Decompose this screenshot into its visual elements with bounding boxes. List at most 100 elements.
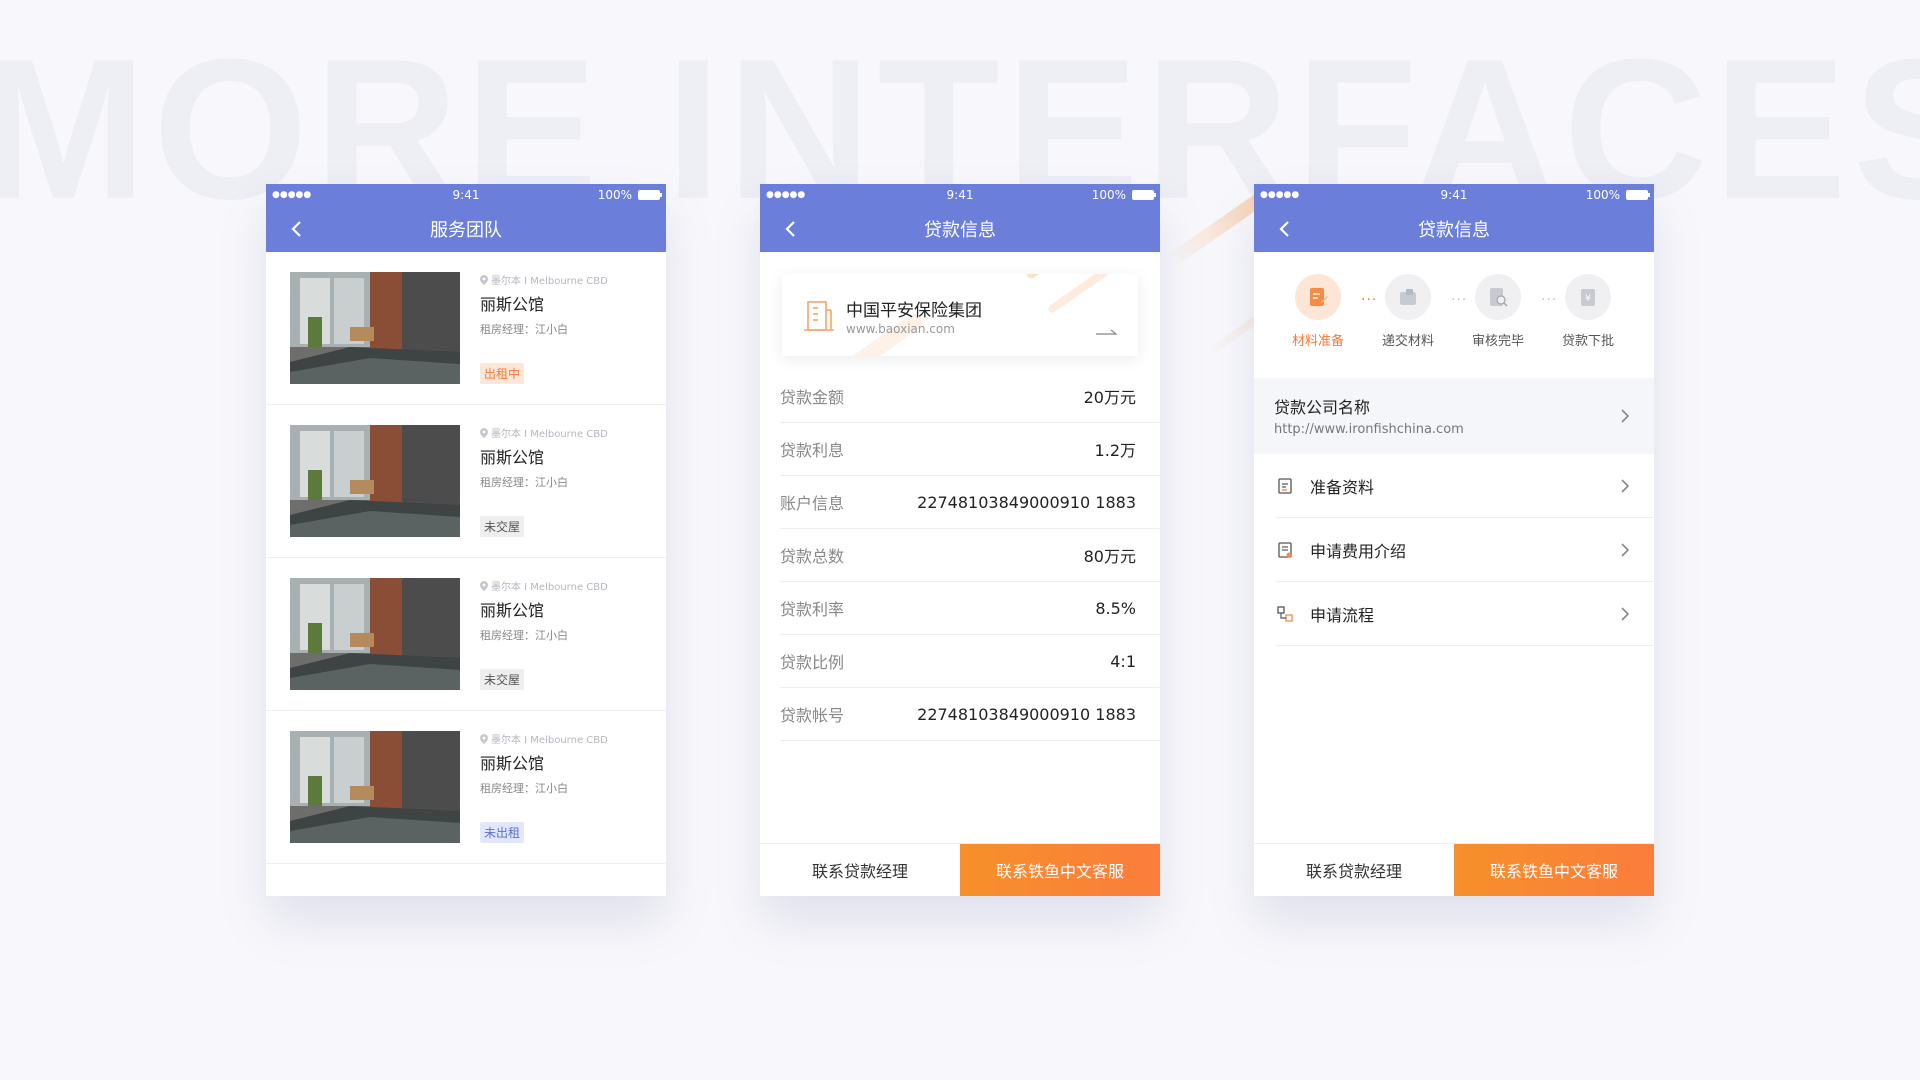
list-item[interactable]: 墨尔本 I Melbourne CBD 丽斯公馆 租房经理：江小白 出租中 [266, 252, 666, 405]
back-arrow-icon[interactable] [1274, 218, 1296, 240]
menu-label: 申请流程 [1310, 605, 1375, 625]
flow-icon [1277, 605, 1293, 622]
company-card[interactable]: 中国平安保险集团 www.baoxian.com [782, 274, 1138, 356]
info-value: 4:1 [1110, 651, 1136, 671]
arrow-right-icon[interactable] [1096, 328, 1118, 336]
step-submit[interactable]: 递交材料 [1363, 274, 1453, 349]
menu-label: 准备资料 [1310, 477, 1375, 497]
status-time: 9:41 [452, 188, 480, 202]
info-value: 8.5% [1095, 598, 1136, 618]
document-search-icon [1490, 288, 1508, 307]
folder-icon [1400, 289, 1416, 305]
company-name: 中国平安保险集团 [846, 301, 982, 321]
menu-item-process[interactable]: 申请流程 [1276, 582, 1654, 646]
property-name: 丽斯公馆 [480, 295, 545, 314]
location-pin-icon [480, 427, 488, 438]
chevron-right-icon [1621, 543, 1630, 557]
battery-icon [1132, 190, 1156, 200]
phone-loan-info: ●●●●● 9:41 100% 贷款信息 中国平安保险集团 www.baoxia… [760, 184, 1160, 896]
info-label: 贷款帐号 [780, 706, 845, 725]
signal-icon: ●●●●● [1260, 190, 1300, 200]
info-label: 贷款总数 [780, 547, 845, 566]
location-pin-icon [480, 274, 488, 285]
list-document-icon [1278, 541, 1292, 558]
status-badge: 未出租 [480, 822, 525, 843]
phone-loan-progress: ●●●●● 9:41 100% 贷款信息 材料准备 ··· 递交材料 ··· 审… [1254, 184, 1654, 896]
info-row: 贷款利率 8.5% [780, 582, 1160, 635]
property-photo [290, 272, 460, 384]
property-manager: 租房经理：江小白 [480, 629, 568, 642]
step-prepare[interactable]: 材料准备 [1273, 274, 1363, 349]
info-value: 20万元 [1083, 388, 1136, 407]
step-label: 递交材料 [1381, 334, 1434, 349]
step-approved[interactable]: ¥ 贷款下批 [1543, 274, 1633, 349]
property-photo [290, 578, 460, 690]
menu-item-prepare-docs[interactable]: 准备资料 [1276, 454, 1654, 518]
property-list: 墨尔本 I Melbourne CBD 丽斯公馆 租房经理：江小白 出租中 墨尔… [266, 252, 666, 864]
menu-item-fee-intro[interactable]: 申请费用介绍 [1276, 518, 1654, 582]
info-row: 贷款总数 80万元 [780, 529, 1160, 582]
bottom-action-bar: 联系贷款经理 联系铁鱼中文客服 [760, 843, 1160, 896]
back-arrow-icon[interactable] [286, 218, 308, 240]
signal-icon: ●●●●● [766, 190, 806, 200]
info-row: 贷款金额 20万元 [780, 370, 1160, 423]
status-badge: 未交屋 [480, 669, 525, 690]
property-name: 丽斯公馆 [480, 448, 545, 467]
info-value: 80万元 [1083, 547, 1136, 566]
document-icon [1278, 477, 1292, 494]
loan-company-label: 贷款公司名称 [1274, 398, 1371, 417]
list-item[interactable]: 墨尔本 I Melbourne CBD 丽斯公馆 租房经理：江小白 未出租 [266, 711, 666, 864]
status-bar: ●●●●● 9:41 100% [760, 184, 1160, 206]
property-location: 墨尔本 I Melbourne CBD [491, 735, 608, 746]
chevron-right-icon [1621, 607, 1630, 621]
loan-info-list: 贷款金额 20万元 贷款利息 1.2万 账户信息 22748103849000910 … [760, 370, 1160, 741]
property-location: 墨尔本 I Melbourne CBD [491, 276, 608, 287]
status-badge: 出租中 [480, 363, 525, 384]
card-decoration [1046, 274, 1118, 315]
property-name: 丽斯公馆 [480, 754, 545, 773]
svg-text:¥: ¥ [1585, 294, 1591, 304]
contact-loan-manager-button[interactable]: 联系贷款经理 [1254, 844, 1454, 896]
menu-label: 申请费用介绍 [1310, 541, 1407, 561]
phone-service-team: ●●●●● 9:41 100% 服务团队 墨尔本 I Melbourne CBD… [266, 184, 666, 896]
contact-support-button[interactable]: 联系铁鱼中文客服 [960, 844, 1160, 896]
info-label: 贷款利息 [780, 441, 845, 460]
page-title: 服务团队 [430, 220, 502, 241]
step-label: 审核完毕 [1471, 334, 1524, 349]
status-bar: ●●●●● 9:41 100% [266, 184, 666, 206]
battery-percent: 100% [1585, 188, 1620, 202]
property-location: 墨尔本 I Melbourne CBD [491, 582, 608, 593]
status-badge: 未交屋 [480, 516, 525, 537]
info-value: 22748103849000910 1883 [917, 704, 1136, 724]
step-label: 贷款下批 [1561, 334, 1614, 349]
property-manager: 租房经理：江小白 [480, 476, 568, 489]
list-item[interactable]: 墨尔本 I Melbourne CBD 丽斯公馆 租房经理：江小白 未交屋 [266, 405, 666, 558]
nav-bar: 贷款信息 [760, 206, 1160, 252]
property-photo [290, 731, 460, 843]
step-review[interactable]: 审核完毕 [1453, 274, 1543, 349]
loan-company-row[interactable]: 贷款公司名称 http://www.ironfishchina.com [1254, 378, 1654, 454]
battery-icon [638, 190, 662, 200]
building-icon [804, 301, 834, 331]
contact-loan-manager-button[interactable]: 联系贷款经理 [760, 844, 960, 896]
contact-support-button[interactable]: 联系铁鱼中文客服 [1454, 844, 1654, 896]
property-photo [290, 425, 460, 537]
property-manager: 租房经理：江小白 [480, 323, 568, 336]
info-label: 贷款比例 [780, 653, 845, 672]
list-item[interactable]: 墨尔本 I Melbourne CBD 丽斯公馆 租房经理：江小白 未交屋 [266, 558, 666, 711]
back-arrow-icon[interactable] [780, 218, 802, 240]
info-row: 贷款帐号 22748103849000910 1883 [780, 688, 1160, 741]
signal-icon: ●●●●● [272, 190, 312, 200]
info-label: 账户信息 [780, 494, 845, 513]
info-value: 1.2万 [1094, 441, 1136, 460]
status-time: 9:41 [946, 188, 974, 202]
company-url: www.baoxian.com [846, 322, 955, 336]
document-edit-icon [1310, 288, 1328, 306]
info-label: 贷款金额 [780, 388, 845, 407]
battery-icon [1626, 190, 1650, 200]
bottom-action-bar: 联系贷款经理 联系铁鱼中文客服 [1254, 843, 1654, 896]
property-manager: 租房经理：江小白 [480, 782, 568, 795]
money-document-icon: ¥ [1581, 289, 1595, 306]
status-bar: ●●●●● 9:41 100% [1254, 184, 1654, 206]
chevron-right-icon [1621, 479, 1630, 493]
